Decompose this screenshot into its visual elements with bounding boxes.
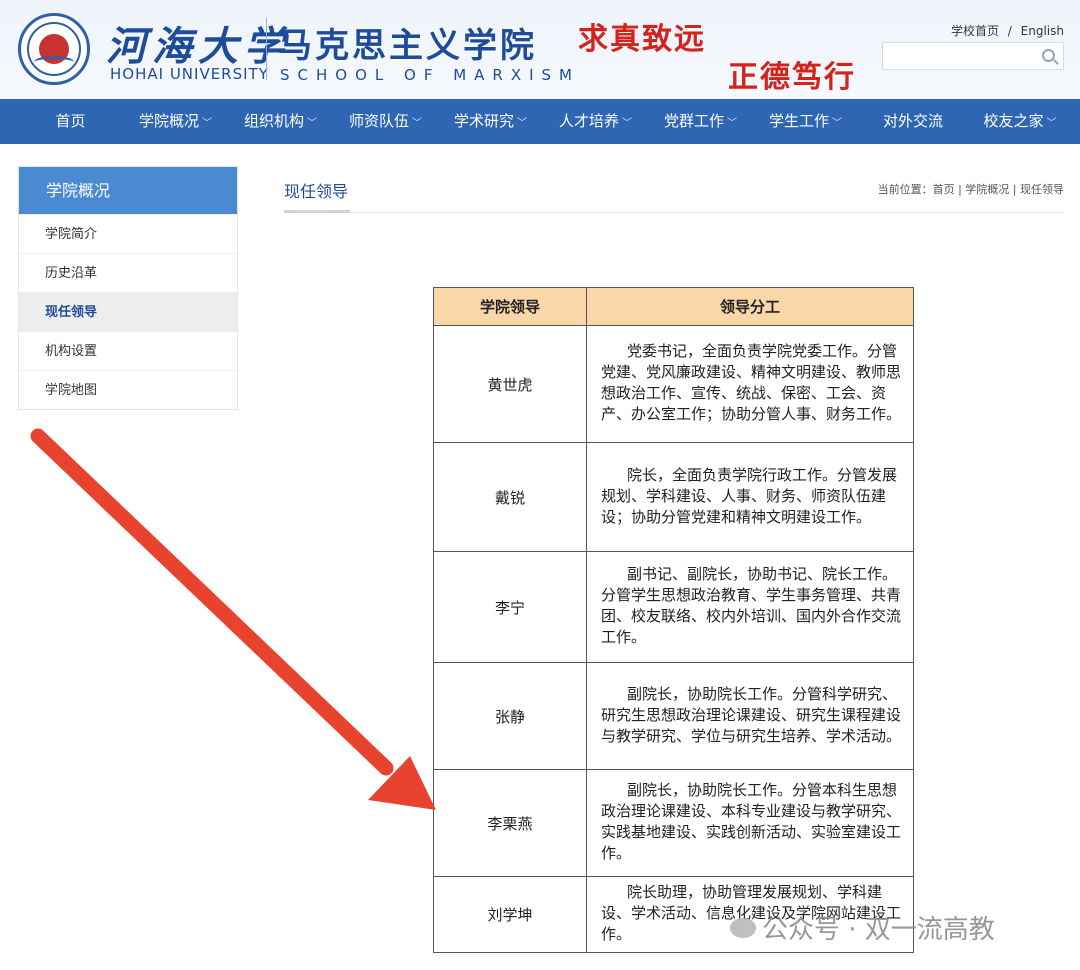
- breadcrumb: 当前位置：首页 | 学院概况 | 现任领导: [878, 181, 1064, 197]
- breadcrumb-level1[interactable]: 学院概况: [965, 183, 1009, 196]
- search-icon[interactable]: [1042, 49, 1055, 62]
- leader-name: 张静: [433, 662, 587, 770]
- sidebar-item-2[interactable]: 现任领导: [19, 292, 237, 331]
- chevron-down-icon: ﹀: [727, 118, 737, 129]
- breadcrumb-sep: |: [1009, 183, 1020, 196]
- table-row: 戴锐 院长，全面负责学院行政工作。分管发展规划、学科建设、人事、财务、师资队伍建设…: [433, 442, 914, 552]
- header-divider: [266, 18, 267, 80]
- nav-item-label: 首页: [55, 112, 86, 130]
- motto-line-2: 正德笃行: [728, 60, 856, 95]
- title-separator: [284, 212, 1064, 213]
- chevron-down-icon: ﹀: [832, 118, 842, 129]
- chevron-down-icon: ﹀: [202, 118, 212, 129]
- school-name-cn: 马克思主义学院: [278, 26, 537, 66]
- search-input[interactable]: [883, 43, 1033, 69]
- page-title: 现任领导: [284, 182, 349, 201]
- leader-name: 黄世虎: [433, 325, 587, 443]
- nav-item-label: 学生工作: [768, 112, 829, 130]
- leader-duty: 院长，全面负责学院行政工作。分管发展规划、学科建设、人事、财务、师资队伍建设；协…: [586, 442, 914, 552]
- breadcrumb-sep: |: [954, 183, 966, 196]
- nav-item-5[interactable]: 人才培养 ﹀: [543, 99, 648, 144]
- leader-duty: 副院长，协助院长工作。分管科学研究、研究生思想政治理论课建设、研究生课程建设与教…: [586, 662, 914, 770]
- chevron-down-icon: ﹀: [517, 118, 527, 129]
- sidebar-item-4[interactable]: 学院地图: [19, 370, 237, 409]
- nav-item-label: 党群工作: [663, 112, 724, 130]
- breadcrumb-prefix: 当前位置：: [877, 183, 933, 196]
- table-row: 李宁 副书记、副院长，协助书记、院长工作。分管学生思想政治教育、学生事务管理、共青…: [433, 551, 914, 663]
- top-links: 学校首页 / English: [951, 22, 1064, 39]
- school-name-en: SCHOOL OF MARXISM: [280, 66, 581, 84]
- nav-item-label: 校友之家: [983, 112, 1044, 130]
- chevron-down-icon: ﹀: [412, 118, 422, 129]
- english-link[interactable]: English: [1021, 24, 1064, 38]
- nav-item-label: 学术研究: [453, 112, 514, 130]
- chevron-down-icon: ﹀: [1046, 118, 1057, 129]
- university-name-en: HOHAI UNIVERSITY: [110, 65, 269, 83]
- sidebar-item-3[interactable]: 机构设置: [19, 331, 237, 370]
- header-duty: 领导分工: [586, 287, 914, 326]
- nav-item-label: 对外交流: [882, 112, 943, 130]
- header-leader: 学院领导: [433, 287, 587, 326]
- university-name-cn: 河海大学: [106, 23, 290, 70]
- watermark-text: 公众号 · 双一流高教: [762, 915, 995, 945]
- table-header-row: 学院领导 领导分工: [433, 287, 914, 326]
- leader-duty: 党委书记，全面负责学院党委工作。分管党建、党风廉政建设、精神文明建设、教师思想政…: [586, 325, 914, 443]
- nav-item-label: 人才培养: [558, 112, 619, 130]
- sidebar-item-0[interactable]: 学院简介: [19, 214, 237, 253]
- nav-item-0[interactable]: 首页: [18, 99, 123, 144]
- arrow-head: [368, 756, 436, 810]
- nav-item-2[interactable]: 组织机构 ﹀: [228, 99, 333, 144]
- table-row: 张静 副院长，协助院长工作。分管科学研究、研究生思想政治理论课建设、研究生课程建设…: [433, 662, 914, 770]
- nav-item-7[interactable]: 学生工作 ﹀: [753, 99, 858, 144]
- title-underline: [284, 210, 350, 213]
- chevron-down-icon: ﹀: [622, 118, 632, 129]
- chevron-down-icon: ﹀: [307, 118, 317, 129]
- motto-line-1: 求真致远: [578, 22, 706, 57]
- nav-item-9[interactable]: 校友之家 ﹀: [968, 99, 1072, 144]
- site-header: 河海大学 HOHAI UNIVERSITY 马克思主义学院 SCHOOL OF …: [0, 0, 1080, 99]
- nav-item-4[interactable]: 学术研究 ﹀: [438, 99, 543, 144]
- sidebar: 学院概况 学院简介 历史沿革 现任领导 机构设置 学院地图: [18, 166, 238, 410]
- sidebar-title: 学院概况: [19, 167, 237, 214]
- nav-item-label: 学院概况: [138, 112, 199, 130]
- leader-duty: 副院长，协助院长工作。分管本科生思想政治理论课建设、本科专业建设与教学研究、实践…: [586, 769, 914, 877]
- breadcrumb-home[interactable]: 首页: [933, 183, 955, 196]
- top-links-separator: /: [1007, 24, 1012, 38]
- leader-duty: 副书记、副院长，协助书记、院长工作。分管学生思想政治教育、学生事务管理、共青团、…: [586, 551, 914, 663]
- watermark: 公众号 · 双一流高教: [730, 909, 995, 946]
- arrow-shaft: [30, 428, 394, 776]
- nav-item-3[interactable]: 师资队伍 ﹀: [333, 99, 438, 144]
- search-box: [882, 42, 1064, 70]
- nav-item-label: 师资队伍: [348, 112, 409, 130]
- leadership-table: 学院领导 领导分工 黄世虎 党委书记，全面负责学院党委工作。分管党建、党风廉政建设…: [433, 287, 914, 953]
- leader-name: 戴锐: [433, 442, 587, 552]
- breadcrumb-current: 现任领导: [1020, 183, 1064, 196]
- nav-item-1[interactable]: 学院概况 ﹀: [123, 99, 228, 144]
- leader-name: 李栗燕: [433, 769, 587, 877]
- leader-name: 刘学坤: [433, 876, 587, 953]
- wechat-icon: [730, 917, 756, 938]
- leader-name: 李宁: [433, 551, 587, 663]
- university-seal-logo[interactable]: [18, 13, 90, 85]
- table-row: 李栗燕 副院长，协助院长工作。分管本科生思想政治理论课建设、本科专业建设与教学研究…: [433, 769, 914, 877]
- sidebar-item-1[interactable]: 历史沿革: [19, 253, 237, 292]
- table-row: 黄世虎 党委书记，全面负责学院党委工作。分管党建、党风廉政建设、精神文明建设、教师…: [433, 325, 914, 443]
- nav-item-label: 组织机构: [243, 112, 304, 130]
- nav-item-8[interactable]: 对外交流: [858, 99, 968, 144]
- nav-item-6[interactable]: 党群工作 ﹀: [648, 99, 753, 144]
- university-home-link[interactable]: 学校首页: [951, 24, 999, 38]
- main-nav: 首页 学院概况 ﹀ 组织机构 ﹀ 师资队伍 ﹀ 学术研究 ﹀ 人才培养 ﹀ 党群工作 ﹀ 学生工作 ﹀ 对外交…: [0, 99, 1080, 144]
- seal-wave: [34, 56, 74, 68]
